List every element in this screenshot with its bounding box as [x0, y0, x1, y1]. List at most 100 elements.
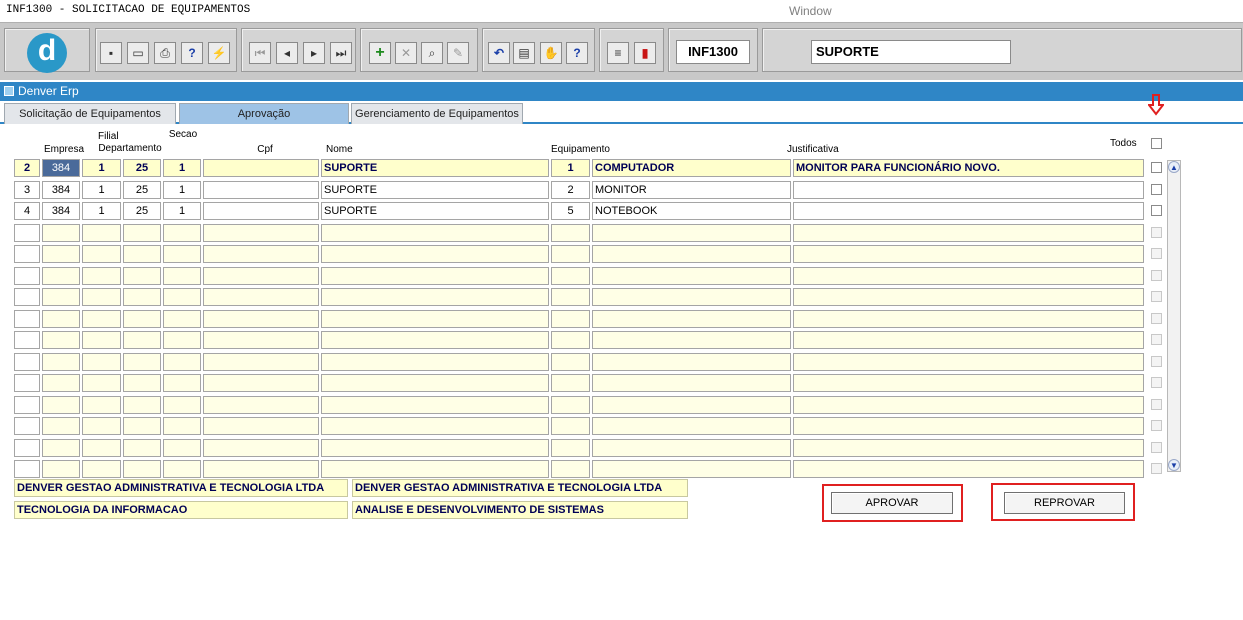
- cell-secao[interactable]: [163, 288, 201, 306]
- cell-cpf[interactable]: [203, 310, 319, 328]
- cell-secao[interactable]: 1: [163, 159, 201, 177]
- cell-seq[interactable]: [14, 439, 40, 457]
- cell-nome[interactable]: [321, 417, 549, 435]
- clear-icon[interactable]: ✎: [447, 42, 469, 64]
- cell-filial[interactable]: [82, 267, 121, 285]
- cell-justificativa[interactable]: [793, 288, 1144, 306]
- row-approve-checkbox[interactable]: [1151, 420, 1162, 431]
- cell-nome[interactable]: [321, 224, 549, 242]
- cell-empresa[interactable]: [42, 267, 80, 285]
- cell-departamento[interactable]: [123, 460, 161, 478]
- previous-record-icon[interactable]: ◂: [276, 42, 298, 64]
- cell-equip-name[interactable]: [592, 224, 791, 242]
- screen-icon[interactable]: ▭: [127, 42, 149, 64]
- delete-record-icon[interactable]: ✕: [395, 42, 417, 64]
- cell-justificativa[interactable]: [793, 224, 1144, 242]
- cell-cpf[interactable]: [203, 396, 319, 414]
- cell-filial[interactable]: [82, 417, 121, 435]
- cell-filial[interactable]: [82, 396, 121, 414]
- cell-secao[interactable]: [163, 439, 201, 457]
- cell-equip-code[interactable]: 5: [551, 202, 590, 220]
- last-record-icon[interactable]: ⏭: [330, 42, 352, 64]
- cell-secao[interactable]: [163, 353, 201, 371]
- row-approve-checkbox[interactable]: [1151, 356, 1162, 367]
- cell-justificativa[interactable]: [793, 374, 1144, 392]
- cell-seq[interactable]: 4: [14, 202, 40, 220]
- cell-equip-name[interactable]: [592, 396, 791, 414]
- execute-query-icon[interactable]: ⚡: [208, 42, 230, 64]
- cell-nome[interactable]: SUPORTE: [321, 181, 549, 199]
- cell-filial[interactable]: 1: [82, 181, 121, 199]
- cell-departamento[interactable]: [123, 267, 161, 285]
- cell-nome[interactable]: [321, 245, 549, 263]
- cell-equip-name[interactable]: [592, 331, 791, 349]
- cell-justificativa[interactable]: [793, 460, 1144, 478]
- tab-solicitacao[interactable]: Solicitação de Equipamentos: [4, 103, 176, 124]
- cell-secao[interactable]: [163, 267, 201, 285]
- cell-empresa[interactable]: [42, 396, 80, 414]
- cell-justificativa[interactable]: [793, 310, 1144, 328]
- cell-empresa[interactable]: [42, 374, 80, 392]
- cell-seq[interactable]: [14, 460, 40, 478]
- query-icon[interactable]: ?: [181, 42, 203, 64]
- cell-filial[interactable]: [82, 331, 121, 349]
- undo-icon[interactable]: ↶: [488, 42, 510, 64]
- cell-equip-code[interactable]: [551, 460, 590, 478]
- cell-departamento[interactable]: 25: [123, 181, 161, 199]
- cell-cpf[interactable]: [203, 267, 319, 285]
- cell-filial[interactable]: [82, 439, 121, 457]
- cell-nome[interactable]: [321, 267, 549, 285]
- cell-seq[interactable]: [14, 310, 40, 328]
- cell-cpf[interactable]: [203, 331, 319, 349]
- cell-equip-code[interactable]: [551, 224, 590, 242]
- cell-justificativa[interactable]: MONITOR PARA FUNCIONÁRIO NOVO.: [793, 159, 1144, 177]
- cell-departamento[interactable]: [123, 224, 161, 242]
- cell-cpf[interactable]: [203, 224, 319, 242]
- cell-cpf[interactable]: [203, 353, 319, 371]
- cell-empresa[interactable]: [42, 460, 80, 478]
- cell-justificativa[interactable]: [793, 267, 1144, 285]
- exit-icon[interactable]: ▮: [634, 42, 656, 64]
- cell-equip-name[interactable]: NOTEBOOK: [592, 202, 791, 220]
- cell-equip-code[interactable]: [551, 310, 590, 328]
- row-approve-checkbox[interactable]: [1151, 227, 1162, 238]
- cell-equip-name[interactable]: MONITOR: [592, 181, 791, 199]
- cell-empresa[interactable]: 384: [42, 202, 80, 220]
- cell-departamento[interactable]: [123, 374, 161, 392]
- cell-empresa[interactable]: [42, 224, 80, 242]
- cell-secao[interactable]: [163, 245, 201, 263]
- cell-seq[interactable]: [14, 331, 40, 349]
- approve-button[interactable]: APROVAR: [831, 492, 953, 514]
- cell-equip-code[interactable]: [551, 439, 590, 457]
- cell-nome[interactable]: [321, 353, 549, 371]
- tools-icon[interactable]: ✋: [540, 42, 562, 64]
- row-approve-checkbox[interactable]: [1151, 184, 1162, 195]
- cell-filial[interactable]: [82, 245, 121, 263]
- menu-icon[interactable]: ≡: [607, 42, 629, 64]
- cell-cpf[interactable]: [203, 439, 319, 457]
- cell-nome[interactable]: [321, 288, 549, 306]
- cell-seq[interactable]: [14, 267, 40, 285]
- scroll-down-icon[interactable]: ▼: [1168, 459, 1180, 471]
- row-approve-checkbox[interactable]: [1151, 442, 1162, 453]
- cell-secao[interactable]: [163, 417, 201, 435]
- cell-nome[interactable]: [321, 331, 549, 349]
- cell-nome[interactable]: [321, 439, 549, 457]
- cell-filial[interactable]: 1: [82, 159, 121, 177]
- cell-empresa[interactable]: [42, 439, 80, 457]
- cell-secao[interactable]: [163, 310, 201, 328]
- cell-filial[interactable]: [82, 460, 121, 478]
- cell-justificativa[interactable]: [793, 245, 1144, 263]
- cell-equip-name[interactable]: [592, 310, 791, 328]
- cell-departamento[interactable]: [123, 245, 161, 263]
- cell-departamento[interactable]: [123, 417, 161, 435]
- cell-cpf[interactable]: [203, 374, 319, 392]
- cell-departamento[interactable]: 25: [123, 159, 161, 177]
- cell-nome[interactable]: [321, 310, 549, 328]
- cell-cpf[interactable]: [203, 417, 319, 435]
- cell-secao[interactable]: 1: [163, 202, 201, 220]
- row-approve-checkbox[interactable]: [1151, 291, 1162, 302]
- cell-cpf[interactable]: [203, 245, 319, 263]
- cell-cpf[interactable]: [203, 288, 319, 306]
- cell-cpf[interactable]: [203, 460, 319, 478]
